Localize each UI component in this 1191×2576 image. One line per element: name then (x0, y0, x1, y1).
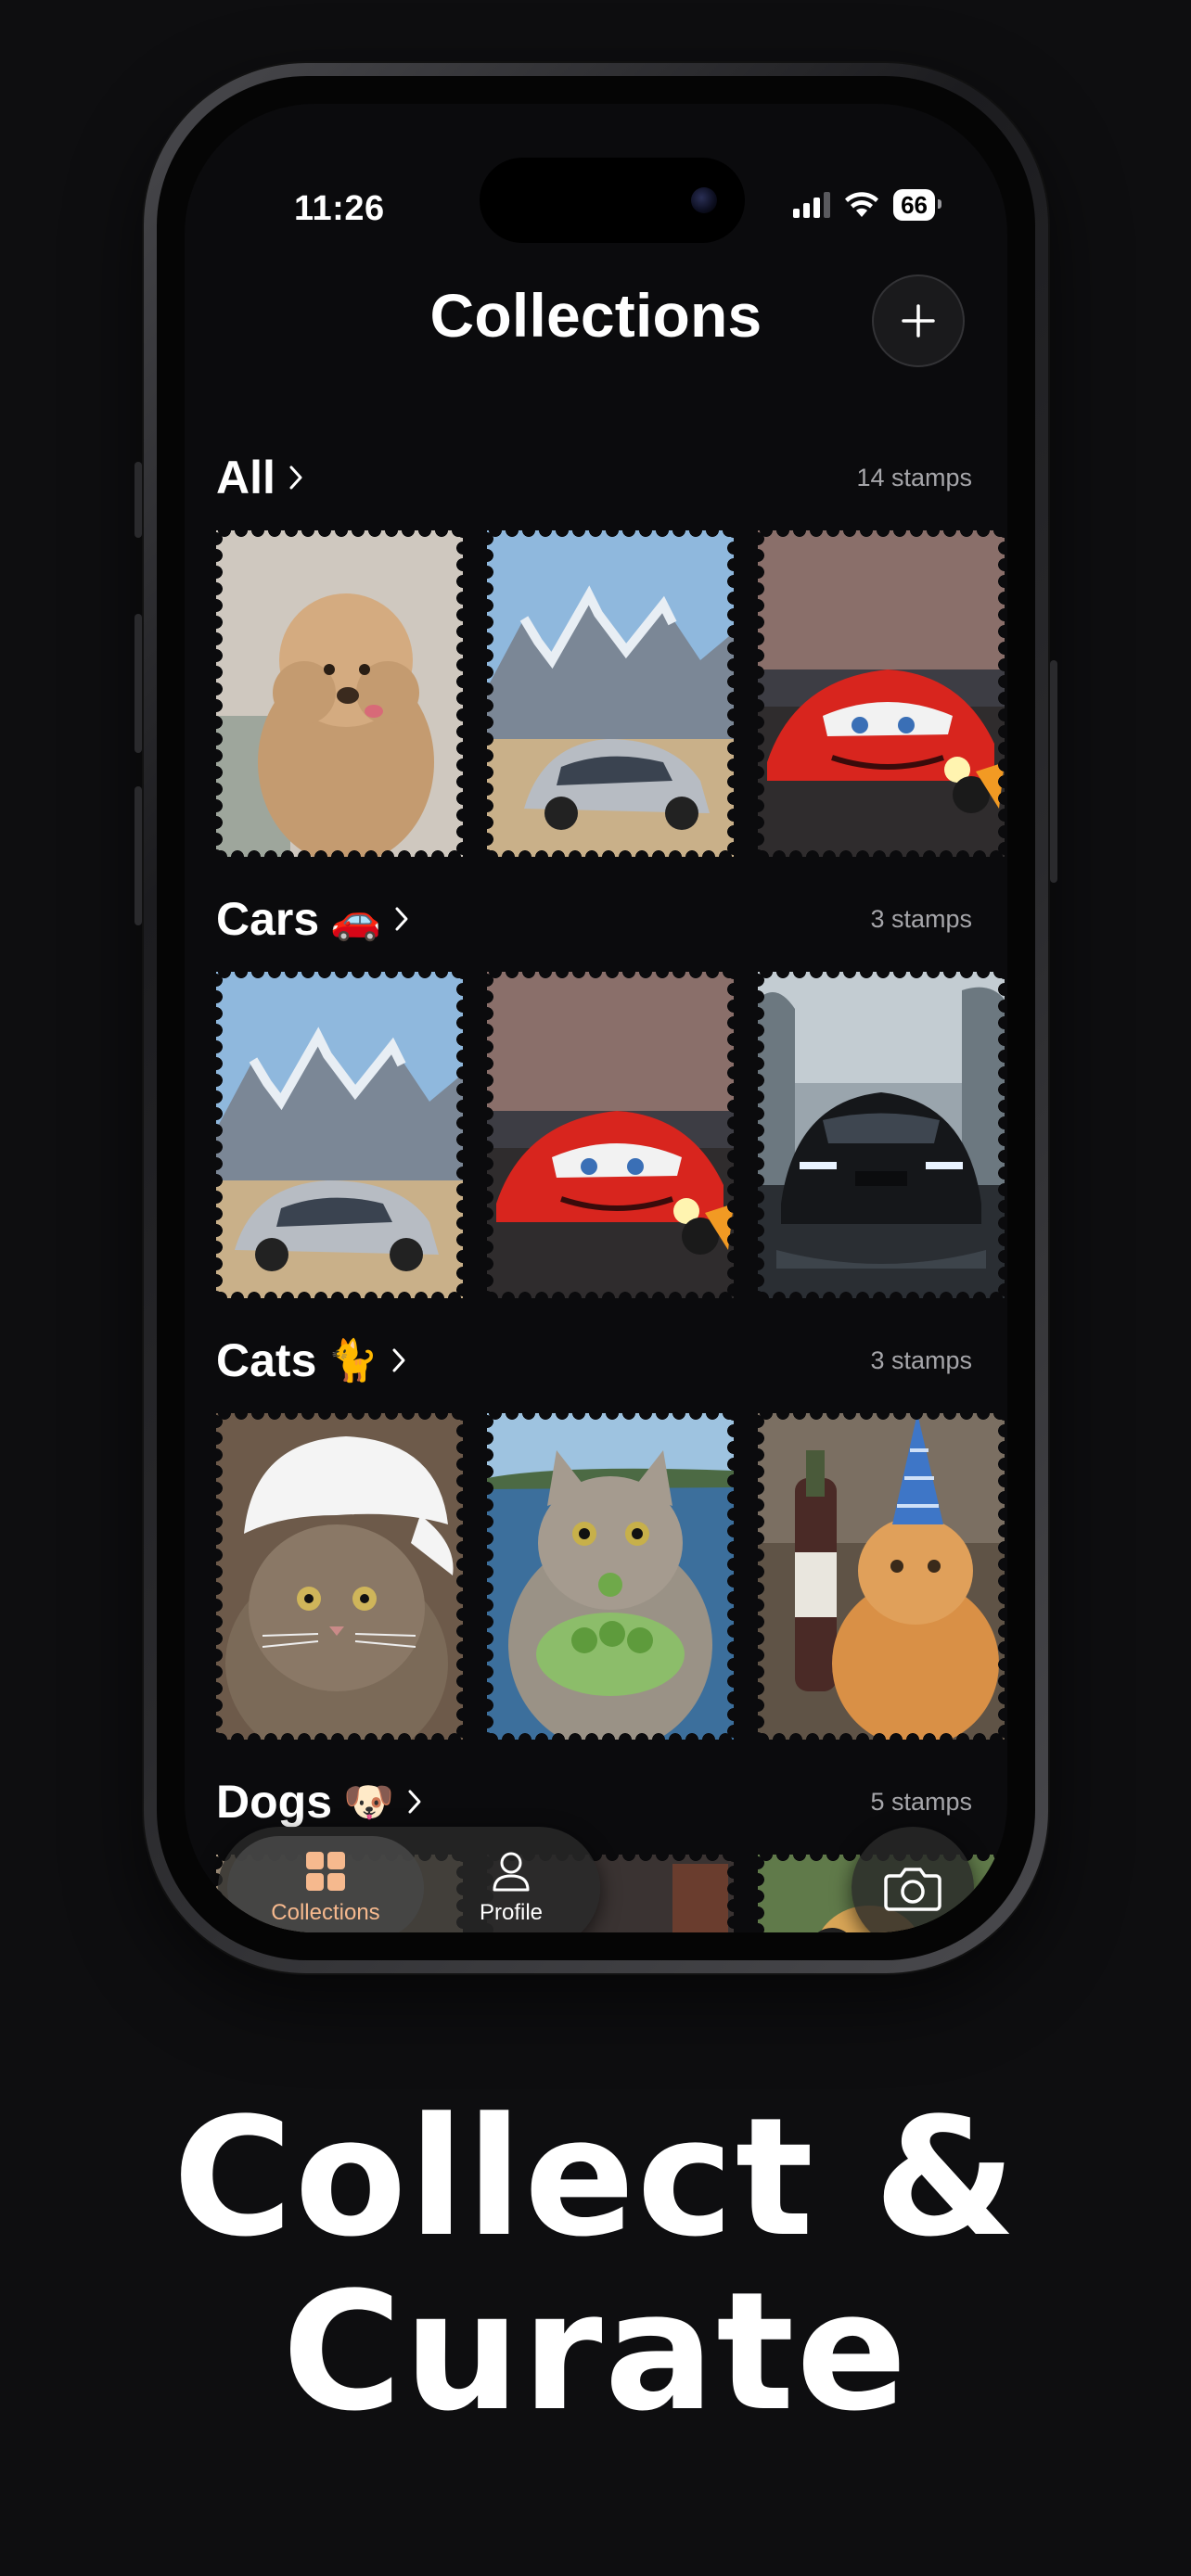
wifi-icon (845, 192, 879, 217)
tab-label: Profile (479, 1900, 544, 1925)
collection-section-cats: Cats 🐈 3 stamps (216, 1328, 1007, 1740)
plus-icon (902, 304, 935, 338)
phone-bezel: 11:26 66 Collections All 14 stamps Cars … (157, 76, 1035, 1960)
volume-down-button (134, 786, 142, 925)
status-indicators: 66 (793, 189, 941, 221)
collection-header-cats[interactable]: Cats 🐈 (216, 1333, 406, 1387)
stamp-black-sports-car[interactable] (758, 972, 1005, 1298)
volume-up-button (134, 614, 142, 753)
chevron-right-icon (289, 465, 302, 490)
tab-collections[interactable]: Collections (227, 1836, 424, 1932)
cellular-signal-icon (793, 192, 831, 218)
collection-title: Dogs (216, 1776, 332, 1828)
app-screen: 11:26 66 Collections All 14 stamps Cars … (185, 104, 1007, 1932)
chevron-right-icon (395, 907, 408, 931)
collection-title: Cars (216, 893, 320, 945)
person-icon (493, 1852, 530, 1892)
stamp-cat-cucumber[interactable] (487, 1413, 734, 1740)
collection-section-cars: Cars 🚗 3 stamps (216, 886, 1007, 1298)
car-emoji-icon: 🚗 (330, 896, 381, 943)
status-time: 11:26 (294, 189, 385, 228)
front-camera-icon (691, 187, 717, 213)
cat-emoji-icon: 🐈 (327, 1337, 379, 1384)
action-button (134, 462, 142, 538)
tagline-line-2: Curate (282, 2257, 909, 2447)
collection-header-cars[interactable]: Cars 🚗 (216, 892, 409, 946)
collection-header-dogs[interactable]: Dogs 🐶 (216, 1775, 422, 1829)
stamp-count: 5 stamps (870, 1787, 972, 1816)
stamp-cat-cap[interactable] (216, 1413, 463, 1740)
collection-title: Cats (216, 1334, 317, 1386)
chevron-right-icon (408, 1790, 421, 1814)
stamp-silver-car-mountains[interactable] (216, 972, 463, 1298)
stamp-red-race-car[interactable] (758, 530, 1005, 857)
phone-frame: 11:26 66 Collections All 14 stamps Cars … (134, 63, 1057, 1973)
stamp-count: 14 stamps (856, 463, 972, 491)
battery-indicator: 66 (893, 189, 941, 221)
grid-icon (306, 1852, 345, 1891)
dynamic-island (480, 158, 745, 243)
collection-section-all: All 14 stamps (216, 445, 1007, 857)
stamp-poodle[interactable] (216, 530, 463, 857)
stamp-count: 3 stamps (870, 1345, 972, 1374)
marketing-tagline: Collect & Curate (0, 2091, 1191, 2440)
stamp-silver-car-mountains[interactable] (487, 530, 734, 857)
tagline-line-1: Collect & (173, 2083, 1018, 2273)
stamp-cat-party-hat[interactable] (758, 1413, 1005, 1740)
add-collection-button[interactable] (872, 274, 965, 367)
chevron-right-icon (392, 1348, 405, 1372)
collection-header-all[interactable]: All (216, 451, 303, 504)
dog-emoji-icon: 🐶 (343, 1779, 394, 1826)
tab-profile[interactable]: Profile (429, 1836, 593, 1932)
stamp-red-race-car[interactable] (487, 972, 734, 1298)
tab-bar: Collections Profile (218, 1827, 600, 1932)
stamp-count: 3 stamps (870, 904, 972, 933)
collection-title: All (216, 452, 275, 504)
camera-icon (884, 1868, 941, 1911)
power-button (1050, 660, 1057, 883)
tab-label: Collections (271, 1900, 380, 1925)
